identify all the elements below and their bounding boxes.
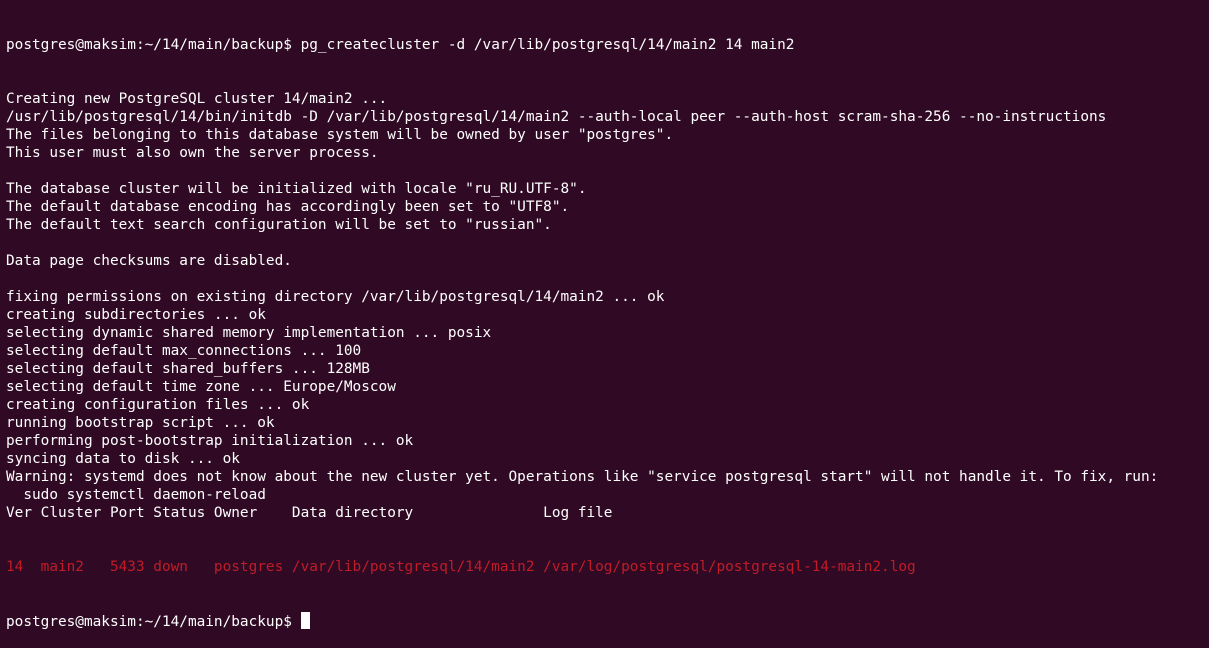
output-line: fixing permissions on existing directory… — [6, 289, 665, 305]
output-line: Creating new PostgreSQL cluster 14/main2… — [6, 91, 388, 107]
output-line: This user must also own the server proce… — [6, 145, 379, 161]
output-line: creating subdirectories ... ok — [6, 307, 266, 323]
output-line: Data page checksums are disabled. — [6, 253, 292, 269]
output-line: The default database encoding has accord… — [6, 199, 570, 215]
cursor — [300, 612, 310, 629]
output-line: Warning: systemd does not know about the… — [6, 469, 1159, 485]
output-line: creating configuration files ... ok — [6, 397, 310, 413]
output-line: The files belonging to this database sys… — [6, 127, 674, 143]
output-line: syncing data to disk ... ok — [6, 451, 240, 467]
prompt: postgres@maksim:~/14/main/backup$ — [6, 37, 292, 53]
output-line: performing post-bootstrap initialization… — [6, 433, 414, 449]
output-line: /usr/lib/postgresql/14/bin/initdb -D /va… — [6, 109, 1107, 125]
final-prompt-line[interactable]: postgres@maksim:~/14/main/backup$ — [6, 612, 1158, 630]
output-line: The database cluster will be initialized… — [6, 181, 587, 197]
prompt: postgres@maksim:~/14/main/backup$ — [6, 614, 292, 630]
output-line: selecting default time zone ... Europe/M… — [6, 379, 396, 395]
output-line: selecting default max_connections ... 10… — [6, 343, 362, 359]
terminal-window[interactable]: postgres@maksim:~/14/main/backup$ pg_cre… — [6, 0, 1158, 648]
command: pg_createcluster -d /var/lib/postgresql/… — [291, 37, 795, 53]
output-line: selecting dynamic shared memory implemen… — [6, 325, 492, 341]
cluster-row: 14 main2 5433 down postgres /var/lib/pos… — [6, 559, 916, 575]
output-line: sudo systemctl daemon-reload — [6, 487, 266, 503]
output-line: The default text search configuration wi… — [6, 217, 552, 233]
output-line: Ver Cluster Port Status Owner Data direc… — [6, 505, 613, 521]
command-output: Creating new PostgreSQL cluster 14/main2… — [6, 90, 1158, 522]
output-line: selecting default shared_buffers ... 128… — [6, 361, 370, 377]
command-line: postgres@maksim:~/14/main/backup$ pg_cre… — [6, 36, 1158, 54]
output-line: running bootstrap script ... ok — [6, 415, 275, 431]
